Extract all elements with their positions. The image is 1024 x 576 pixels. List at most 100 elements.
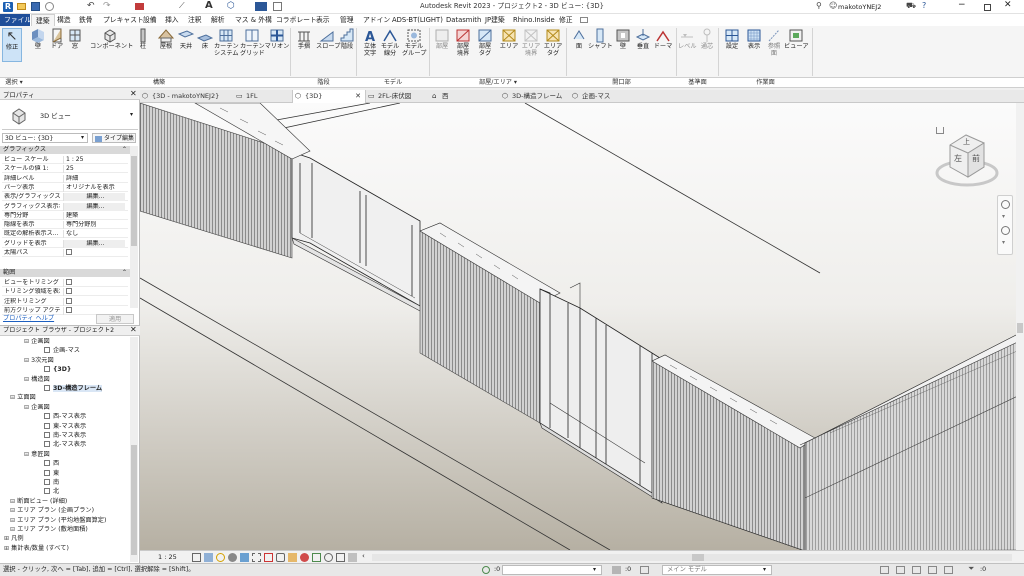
cart-icon[interactable]: ⛟	[906, 2, 916, 10]
browser-view-item[interactable]: 企画-マス	[44, 347, 80, 355]
property-row[interactable]: 詳細レベル 詳細	[2, 174, 128, 183]
property-row[interactable]: スケールの値 1: 25	[2, 165, 128, 174]
analytical-model-icon[interactable]	[312, 553, 321, 562]
property-value[interactable]: 編集...	[63, 193, 125, 202]
expand-icon[interactable]: ▾	[1002, 240, 1005, 246]
tab-systems[interactable]: 設備	[139, 14, 161, 26]
tab-rhino-inside[interactable]: Rhino.Inside	[509, 14, 559, 26]
browser-view-item[interactable]: 東	[44, 469, 59, 478]
door-button[interactable]: ドア	[48, 28, 66, 50]
ribbon-toggle-icon[interactable]	[580, 17, 588, 23]
area-tag-button[interactable]: エリア タグ	[542, 28, 564, 57]
browser-group-item[interactable]: ⊟ 企画図	[24, 404, 50, 412]
close-icon[interactable]: ✕	[130, 90, 137, 98]
property-row[interactable]: 専門分野 建築	[2, 211, 128, 220]
browser-group-item[interactable]: ⊟ 立面図	[10, 394, 36, 402]
tab-view[interactable]: 表示	[312, 14, 334, 26]
vertical-opening-button[interactable]: 垂直	[634, 28, 652, 50]
area-button[interactable]: エリア	[498, 28, 520, 50]
scroll-thumb[interactable]	[131, 445, 137, 555]
minimize-icon[interactable]: −	[958, 1, 966, 10]
steering-wheel-icon[interactable]	[1001, 200, 1010, 209]
show-workplane-button[interactable]: 表示	[744, 28, 764, 50]
view-tab[interactable]: ⬡ {3D - makotoYNEJ2}	[140, 90, 234, 103]
drag-elements-icon[interactable]	[944, 566, 953, 574]
sun-path-icon[interactable]	[216, 553, 225, 562]
property-value[interactable]: 25	[63, 165, 125, 174]
section-graphics[interactable]: グラフィックス ⌃	[0, 146, 130, 154]
level-button[interactable]: レベル	[678, 28, 697, 50]
viewer-button[interactable]: ビューア	[784, 28, 809, 50]
property-row[interactable]: トリミング領域を表示	[2, 288, 128, 297]
crop-region-icon[interactable]	[264, 553, 273, 562]
floor-button[interactable]: 床	[196, 28, 214, 50]
search-icon[interactable]: ⚲	[816, 2, 822, 10]
view-tab[interactable]: ⌂ 西	[430, 90, 500, 103]
tab-ads-bt[interactable]: ADS-BT(LIGHT)	[388, 14, 447, 26]
browser-group-item[interactable]: ⊟ 意匠図	[24, 451, 50, 459]
browser-group-item[interactable]: ⊟ 構造図	[24, 376, 50, 384]
view-tab[interactable]: ▭ 1FL	[234, 90, 292, 103]
viewcube-front-label[interactable]: 前	[972, 155, 980, 163]
select-pinned-icon[interactable]	[912, 566, 921, 574]
render-icon[interactable]	[240, 553, 249, 562]
tab-annotate[interactable]: 注釈	[184, 14, 206, 26]
scroll-thumb[interactable]	[131, 156, 137, 246]
browser-scrollbar[interactable]	[130, 337, 138, 562]
wall-opening-button[interactable]: 壁	[614, 28, 632, 50]
group-room-area[interactable]: 部屋/エリア ▾	[430, 79, 566, 87]
model-drawing[interactable]	[140, 103, 1024, 550]
window-button[interactable]: 窓	[66, 28, 84, 50]
tab-massing[interactable]: マス & 外構	[231, 14, 276, 26]
apply-button[interactable]: 適用	[96, 314, 134, 324]
mullion-button[interactable]: マリオン	[264, 28, 290, 50]
close-icon[interactable]: ✕	[130, 326, 137, 334]
checkbox[interactable]	[66, 306, 72, 313]
detail-level-icon[interactable]	[192, 553, 201, 562]
tab-insert[interactable]: 挿入	[161, 14, 183, 26]
chevron-down-icon[interactable]: ▾	[130, 112, 133, 118]
checkbox[interactable]	[66, 249, 72, 255]
3d-viewport[interactable]: 上 左 前 ▾ ▾	[140, 103, 1024, 550]
shadows-icon[interactable]	[228, 553, 237, 562]
properties-help-link[interactable]: プロパティ ヘルプ	[3, 315, 54, 322]
type-edit-button[interactable]: タイプ編集	[92, 133, 136, 143]
property-value[interactable]: なし	[63, 230, 125, 239]
viewcube[interactable]: 上 左 前	[932, 123, 1002, 193]
browser-view-item[interactable]: 東-マス表示	[44, 422, 86, 431]
room-button[interactable]: 部屋	[432, 28, 452, 50]
component-button[interactable]: コンポーネント	[90, 28, 133, 50]
home-icon[interactable]	[936, 127, 944, 134]
viewcube-top-label[interactable]: 上	[963, 139, 970, 146]
view-tab[interactable]: ⬡ 企画-マス	[570, 90, 640, 103]
group-select[interactable]: 選択 ▾	[2, 79, 26, 87]
worksharing-icon[interactable]	[348, 553, 357, 562]
property-value[interactable]: 専門分野別	[63, 221, 125, 230]
tab-architecture[interactable]: 建築	[31, 14, 55, 26]
view-tab[interactable]: ▭ 2FL-床伏図	[366, 90, 430, 103]
property-row[interactable]: パーツ表示 オリジナルを表示	[2, 183, 128, 192]
section-extents[interactable]: 範囲 ⌃	[0, 269, 130, 277]
select-underlay-icon[interactable]	[896, 566, 905, 574]
property-row[interactable]: 太陽パス	[2, 249, 128, 257]
property-row[interactable]: グラフィックス表示オ...編集...	[2, 202, 128, 211]
checkbox[interactable]	[66, 297, 72, 304]
property-value[interactable]	[63, 279, 125, 287]
curtain-system-button[interactable]: カーテン システム	[214, 28, 239, 57]
property-value[interactable]	[63, 249, 125, 257]
view-tab-active[interactable]: ⬡ {3D} ✕	[292, 90, 366, 103]
filter-icon[interactable]: ⏷	[968, 565, 974, 573]
browser-view-item[interactable]: {3D}	[44, 366, 71, 374]
property-row[interactable]: ビューをトリミング	[2, 279, 128, 287]
browser-group-item[interactable]: ⊞ 凡例	[4, 535, 24, 543]
expand-icon[interactable]: ▾	[1002, 214, 1005, 220]
ramp-button[interactable]: スロープ	[316, 28, 340, 50]
close-icon[interactable]: ✕	[1004, 1, 1012, 10]
select-links-icon[interactable]	[880, 566, 889, 574]
browser-group-item[interactable]: ⊟ エリア プラン (敷地面積)	[10, 526, 88, 534]
property-row[interactable]: ビュー スケール 1 : 25	[2, 156, 128, 164]
close-icon[interactable]: ✕	[355, 90, 361, 103]
zoom-icon[interactable]	[1001, 226, 1010, 235]
viewport-scrollbar-horizontal[interactable]	[372, 554, 1012, 561]
curtain-grid-button[interactable]: カーテン グリッド	[240, 28, 265, 57]
